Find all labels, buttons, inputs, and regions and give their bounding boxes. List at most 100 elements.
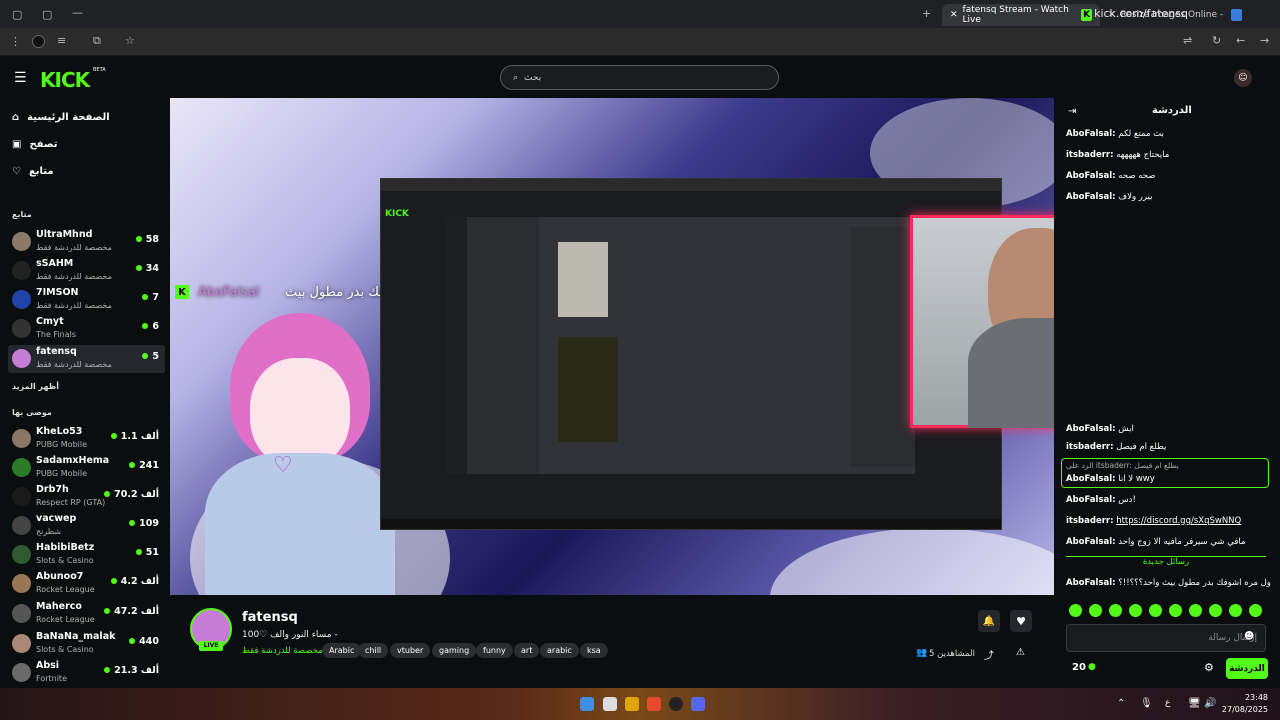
avatar — [12, 604, 31, 623]
tabs-icon[interactable]: ⧉ — [93, 34, 101, 48]
tag-ksa[interactable]: ksa — [580, 643, 608, 658]
new-messages-divider[interactable]: رسائل جديدة — [1066, 556, 1266, 567]
tab-fatensq[interactable]: ✕ fatensq Stream - Watch Live K — [942, 4, 1100, 26]
language-indicator[interactable]: ع — [1165, 698, 1170, 708]
avatar — [12, 516, 31, 535]
hamburger-icon[interactable]: ☰ — [14, 70, 27, 86]
overlay-username: AboFalsal — [198, 285, 260, 300]
follow-heart-icon[interactable]: ♥ — [1010, 610, 1032, 632]
channel-item[interactable]: SadamxHema PUBG Mobile 241 — [8, 454, 165, 482]
start-icon[interactable] — [580, 697, 594, 711]
channel-item[interactable]: Maherco Rocket League 47.2 ألف — [8, 600, 165, 628]
report-icon[interactable]: ⚠ — [1016, 647, 1025, 658]
emote-icon[interactable] — [1149, 604, 1162, 617]
channel-item[interactable]: Cmyt The Finals 6 — [8, 315, 165, 343]
nav-home[interactable]: ⌂ الصفحة الرئيسية — [12, 112, 110, 123]
emote-icon[interactable] — [1109, 604, 1122, 617]
kick-favicon-icon: K — [1081, 9, 1092, 21]
tag-chill[interactable]: chill — [358, 643, 389, 658]
file-explorer-icon[interactable] — [625, 697, 639, 711]
profile-icon[interactable] — [32, 35, 45, 48]
forward-icon[interactable]: → — [1260, 34, 1269, 47]
emote-icon[interactable] — [1089, 604, 1102, 617]
discord-image — [558, 242, 608, 317]
emote-icon[interactable] — [1129, 604, 1142, 617]
chat-input[interactable]: إرسال رسالة — [1066, 624, 1266, 652]
sidebar-list-icon[interactable]: ≡ — [57, 34, 66, 47]
chat-settings-gear-icon[interactable]: ⚙ — [1204, 661, 1214, 674]
user-avatar[interactable]: ☺ — [1234, 69, 1252, 87]
channel-item[interactable]: Absi Fortnite 21.3 ألف — [8, 659, 165, 687]
channel-item[interactable]: sSAHM مخصصة للدردشة فقط 34 — [8, 257, 165, 285]
os-taskbar — [0, 688, 1280, 720]
collapse-chat-icon[interactable]: ⇥ — [1068, 106, 1076, 117]
stream-title: مساء النور والف ♡100 - — [242, 630, 338, 640]
channel-name[interactable]: fatensq — [242, 610, 298, 625]
volume-icon[interactable]: 🔊 — [1204, 698, 1216, 709]
chat-message: AboFalsal: صحه صحه — [1066, 171, 1156, 181]
cloud-decoration — [770, 528, 1054, 595]
window-icon[interactable]: ▢ — [12, 8, 22, 21]
menu-dots-icon[interactable]: ⋮ — [10, 35, 21, 48]
bookmark-star-icon[interactable]: ☆ — [125, 34, 135, 47]
search-input[interactable]: ⌕ بحث — [500, 65, 779, 90]
emote-icon[interactable] — [1069, 604, 1082, 617]
url-text[interactable]: kick.com/fatensq — [1094, 7, 1188, 20]
emoji-picker-icon[interactable]: ☻ — [1244, 631, 1254, 642]
nav-browse[interactable]: ▣ تصفح — [12, 139, 57, 150]
tag-vtuber[interactable]: vtuber — [390, 643, 431, 658]
viewers-icon: 👥 — [916, 648, 928, 658]
site-settings-icon[interactable]: ⇌ — [1183, 34, 1192, 47]
obs-icon[interactable] — [669, 697, 683, 711]
back-icon[interactable]: ← — [1236, 34, 1245, 47]
reply-preview: الرد على itsbaderr: يطلع ام فيصل — [1066, 461, 1179, 470]
channel-item[interactable]: Drb7h Respect RP (GTA) 70.2 ألف — [8, 483, 165, 511]
channel-item[interactable]: 7IMSON مخصصة للدردشة فقط 7 — [8, 286, 165, 314]
channel-item[interactable]: HabibiBetz Slots & Casino 51 — [8, 541, 165, 569]
notification-bell-icon[interactable]: 🔔 — [978, 610, 1000, 632]
emote-icon[interactable] — [1249, 604, 1262, 617]
tag-funny[interactable]: funny — [476, 643, 513, 658]
new-tab-icon[interactable]: + — [922, 7, 931, 20]
discord-server-list — [445, 217, 467, 474]
network-icon[interactable]: 🖥 — [1188, 698, 1201, 709]
minimize-icon[interactable]: — — [72, 6, 83, 19]
channel-item[interactable]: vacwep شطرنج 109 — [8, 512, 165, 540]
channel-item[interactable]: BaNaNa_malak Slots & Casino 440 — [8, 630, 165, 658]
chrome-icon[interactable] — [647, 697, 661, 711]
emote-icon[interactable] — [1189, 604, 1202, 617]
tag-arabic[interactable]: Arabic — [322, 643, 362, 658]
chat-message: AboFalsal: ايش — [1066, 424, 1134, 434]
discord-icon[interactable] — [691, 697, 705, 711]
share-icon[interactable]: ⤴ — [984, 647, 994, 662]
chat-send-button[interactable]: الدردشة — [1226, 658, 1268, 679]
show-more-link[interactable]: أظهر المزيد — [12, 382, 59, 391]
channel-points[interactable]: 20 — [1072, 662, 1086, 673]
address-toolbar — [0, 28, 1280, 56]
tag-gaming[interactable]: gaming — [432, 643, 477, 658]
emote-icon[interactable] — [1229, 604, 1242, 617]
tab-search-icon[interactable]: ▢ — [42, 8, 52, 21]
channel-item[interactable]: Abunoo7 Rocket League 4.2 ألف — [8, 570, 165, 598]
channel-item-selected[interactable]: fatensq مخصصة للدردشة فقط 5 — [8, 345, 165, 373]
channel-item[interactable]: KheLo53 PUBG Mobile 1.1 ألف — [8, 425, 165, 453]
tag-arabic-lower[interactable]: arabic — [540, 643, 579, 658]
discord-link[interactable]: https://discord.gg/sXqSwNNQ — [1116, 516, 1241, 526]
nav-following[interactable]: ♡ متابع — [12, 166, 54, 177]
emote-icon[interactable] — [1209, 604, 1222, 617]
clock-time[interactable]: 23:48 — [1228, 693, 1268, 702]
search-icon: ⌕ — [513, 72, 519, 83]
kick-logo[interactable]: KICK — [40, 68, 90, 92]
microphone-icon[interactable]: 🎙 — [1140, 698, 1153, 709]
recommended-heading: موصى بها — [12, 408, 52, 417]
stream-category[interactable]: مخصصة للدردشة فقط — [242, 646, 323, 656]
avatar — [12, 429, 31, 448]
tray-chevron-icon[interactable]: ⌃ — [1117, 698, 1125, 709]
taskbar-search-icon[interactable] — [603, 697, 617, 711]
clock-date[interactable]: 27/08/2025 — [1218, 705, 1268, 714]
reload-icon[interactable]: ↻ — [1212, 34, 1221, 47]
channel-item[interactable]: UltraMhnd مخصصة للدردشة فقط 58 — [8, 228, 165, 256]
emote-icon[interactable] — [1169, 604, 1182, 617]
close-tab-icon[interactable]: ✕ — [950, 10, 958, 20]
tag-art[interactable]: art — [514, 643, 540, 658]
